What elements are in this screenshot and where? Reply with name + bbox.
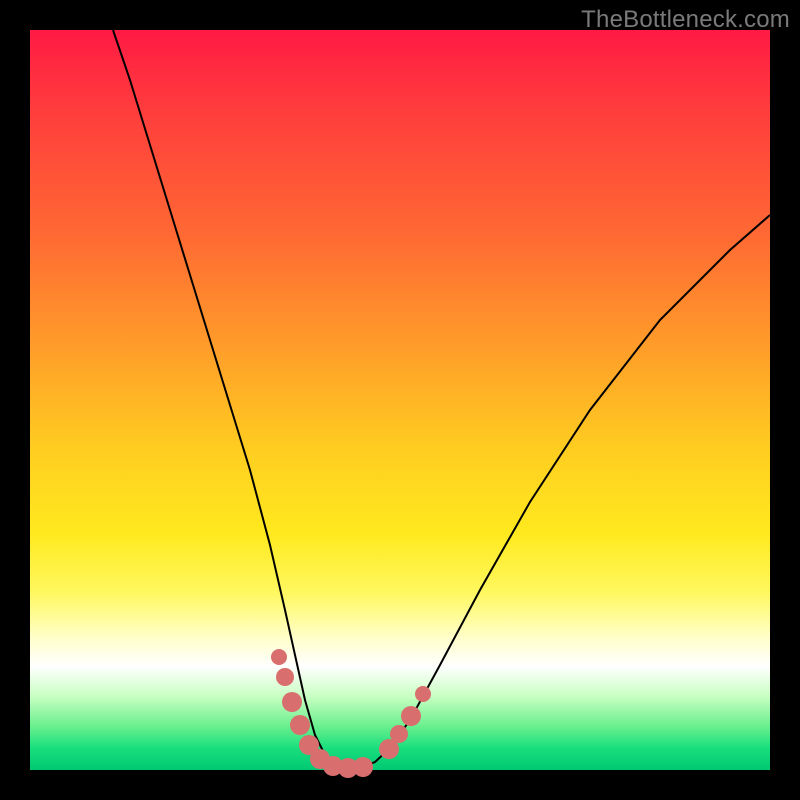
chart-frame: TheBottleneck.com [0, 0, 800, 800]
curve-marker [401, 706, 421, 726]
curve-marker [390, 725, 408, 743]
watermark-text: TheBottleneck.com [581, 6, 790, 34]
curve-marker [290, 715, 310, 735]
curve-marker [276, 668, 294, 686]
curve-marker [282, 692, 302, 712]
chart-svg [30, 30, 770, 770]
bottleneck-curve [113, 30, 770, 768]
curve-marker [353, 757, 373, 777]
curve-marker [415, 686, 431, 702]
curve-marker [271, 649, 287, 665]
curve-markers [271, 649, 431, 778]
